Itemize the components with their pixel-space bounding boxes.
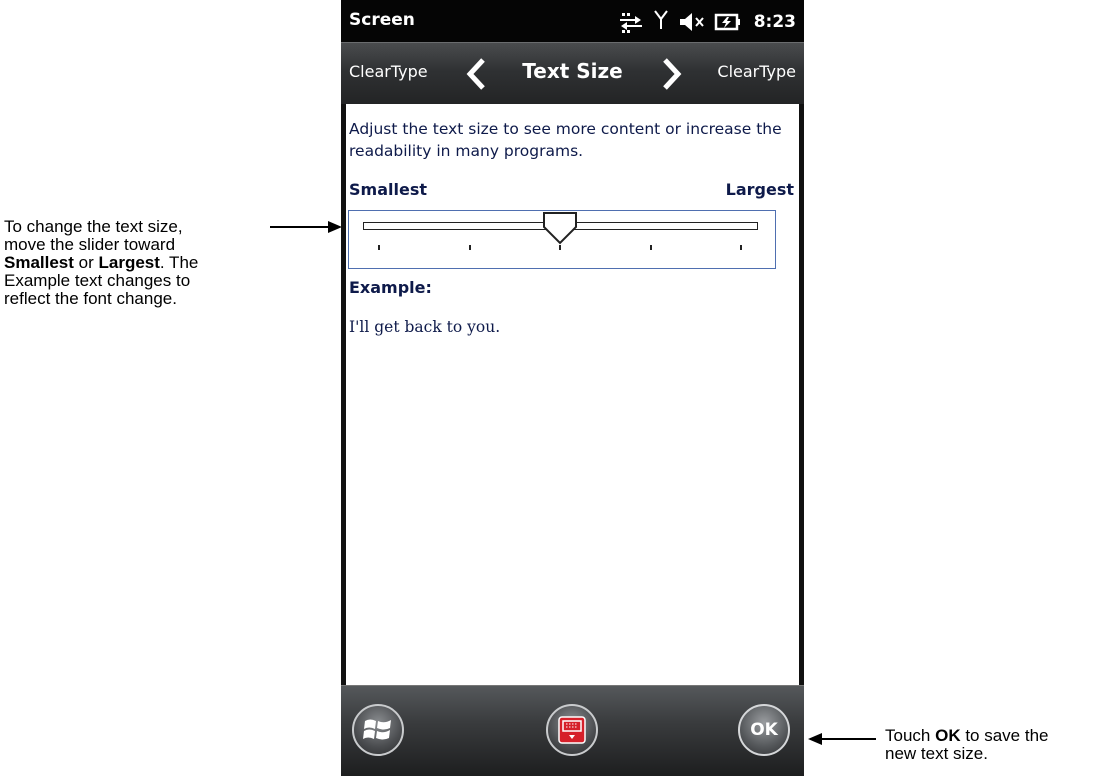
nav-next-label[interactable]: ClearType — [717, 62, 796, 81]
status-title: Screen — [349, 10, 415, 30]
battery-charging-icon — [714, 13, 740, 31]
chevron-right-icon[interactable] — [659, 57, 685, 91]
callout-text: or — [73, 253, 99, 272]
data-sync-icon — [619, 13, 642, 33]
callout-text: move the slider toward — [4, 235, 176, 254]
slider-tick — [378, 245, 380, 250]
callout-slider-instructions: To change the text size, move the slider… — [4, 218, 304, 308]
keyboard-icon — [558, 716, 586, 744]
callout-arrow-left-icon — [808, 733, 876, 745]
description-text: Adjust the text size to see more content… — [349, 120, 782, 160]
callout-bold-ok: OK — [935, 726, 961, 745]
text-size-panel: Adjust the text size to see more content… — [346, 104, 799, 685]
bottom-command-bar: OK — [341, 685, 804, 776]
scale-min-label: Smallest — [349, 180, 427, 199]
callout-text: Touch — [885, 726, 936, 745]
callout-text: Example text changes to — [4, 271, 191, 290]
callout-text: . The — [159, 253, 199, 272]
ok-button[interactable]: OK — [738, 704, 790, 756]
speaker-muted-icon — [679, 13, 704, 31]
callout-text: To change the text size, — [4, 217, 183, 236]
example-text: I'll get back to you. — [349, 318, 501, 336]
status-icons: 8:23 — [618, 6, 796, 38]
start-button[interactable] — [352, 704, 404, 756]
callout-text: to save the — [960, 726, 1049, 745]
slider-thumb-icon[interactable] — [542, 211, 578, 245]
callout-text: reflect the font change. — [4, 289, 177, 308]
callout-ok-instructions: Touch OK to save the new text size. — [885, 727, 1115, 763]
text-size-slider[interactable] — [348, 210, 776, 269]
callout-bold-largest: Largest — [98, 253, 160, 272]
callout-bold-smallest: Smallest — [4, 253, 74, 272]
callout-arrow-right-icon — [270, 221, 342, 233]
slider-tick — [740, 245, 742, 250]
status-time: 8:23 — [753, 12, 796, 32]
callout-text: new text size. — [885, 744, 988, 763]
page-navigation-bar: ClearType Text Size ClearType — [341, 42, 804, 104]
status-bar: Screen 8:23 — [341, 0, 804, 42]
slider-tick — [468, 245, 471, 250]
windows-logo-icon — [363, 719, 391, 740]
keyboard-button[interactable] — [546, 704, 598, 756]
slider-tick — [649, 245, 652, 250]
example-label: Example: — [349, 278, 432, 297]
device-screen: Screen 8:23 ClearType Text Size ClearTyp… — [341, 0, 804, 776]
slider-tick — [559, 245, 561, 250]
scale-max-label: Largest — [725, 180, 794, 199]
signal-icon — [653, 10, 668, 29]
